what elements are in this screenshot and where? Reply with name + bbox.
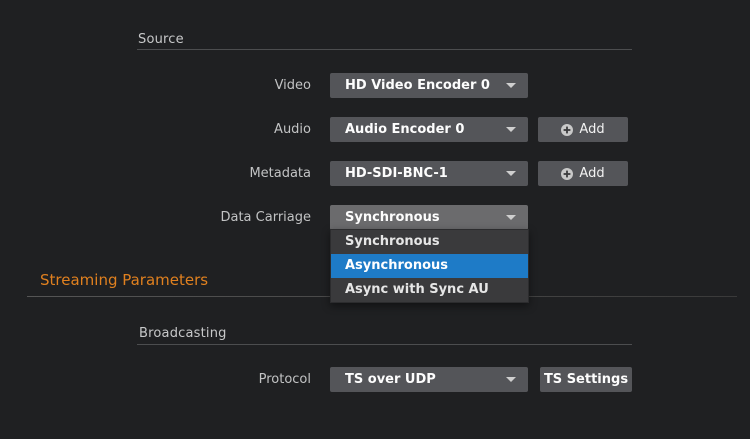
dropdown-option-async-with-sync-au[interactable]: Async with Sync AU: [331, 278, 528, 302]
data-carriage-select-value: Synchronous: [330, 205, 528, 230]
add-icon: [561, 168, 573, 180]
chevron-down-icon: [506, 215, 516, 220]
video-label: Video: [120, 73, 311, 98]
metadata-label: Metadata: [120, 161, 311, 186]
ts-settings-button[interactable]: TS Settings: [540, 367, 632, 392]
audio-select-value: Audio Encoder 0: [330, 117, 528, 142]
chevron-down-icon: [506, 127, 516, 132]
metadata-add-button[interactable]: Add: [538, 161, 628, 186]
encoder-settings-page: { "colors": { "background": "#1f2022", "…: [0, 0, 750, 439]
chevron-down-icon: [506, 377, 516, 382]
data-carriage-select[interactable]: Synchronous: [330, 205, 528, 230]
data-carriage-dropdown-menu: Synchronous Asynchronous Async with Sync…: [330, 229, 529, 303]
dropdown-option-synchronous[interactable]: Synchronous: [331, 230, 528, 254]
video-select-value: HD Video Encoder 0: [330, 73, 528, 98]
audio-select[interactable]: Audio Encoder 0: [330, 117, 528, 142]
chevron-down-icon: [506, 83, 516, 88]
metadata-select[interactable]: HD-SDI-BNC-1: [330, 161, 528, 186]
metadata-add-button-label: Add: [579, 161, 604, 186]
video-select[interactable]: HD Video Encoder 0: [330, 73, 528, 98]
protocol-select-value: TS over UDP: [330, 367, 528, 392]
source-section-divider: [137, 49, 632, 50]
add-icon: [561, 124, 573, 136]
source-section-title: Source: [138, 32, 184, 47]
broadcasting-section-title: Broadcasting: [139, 326, 227, 341]
audio-label: Audio: [120, 117, 311, 142]
ts-settings-button-label: TS Settings: [544, 367, 628, 392]
broadcasting-section-divider: [137, 344, 632, 345]
streaming-parameters-title: Streaming Parameters: [40, 271, 208, 289]
protocol-select[interactable]: TS over UDP: [330, 367, 528, 392]
dropdown-option-asynchronous[interactable]: Asynchronous: [331, 254, 528, 278]
metadata-select-value: HD-SDI-BNC-1: [330, 161, 528, 186]
audio-add-button-label: Add: [579, 117, 604, 142]
audio-add-button[interactable]: Add: [538, 117, 628, 142]
chevron-down-icon: [506, 171, 516, 176]
protocol-label: Protocol: [120, 367, 311, 392]
data-carriage-label: Data Carriage: [120, 205, 311, 230]
